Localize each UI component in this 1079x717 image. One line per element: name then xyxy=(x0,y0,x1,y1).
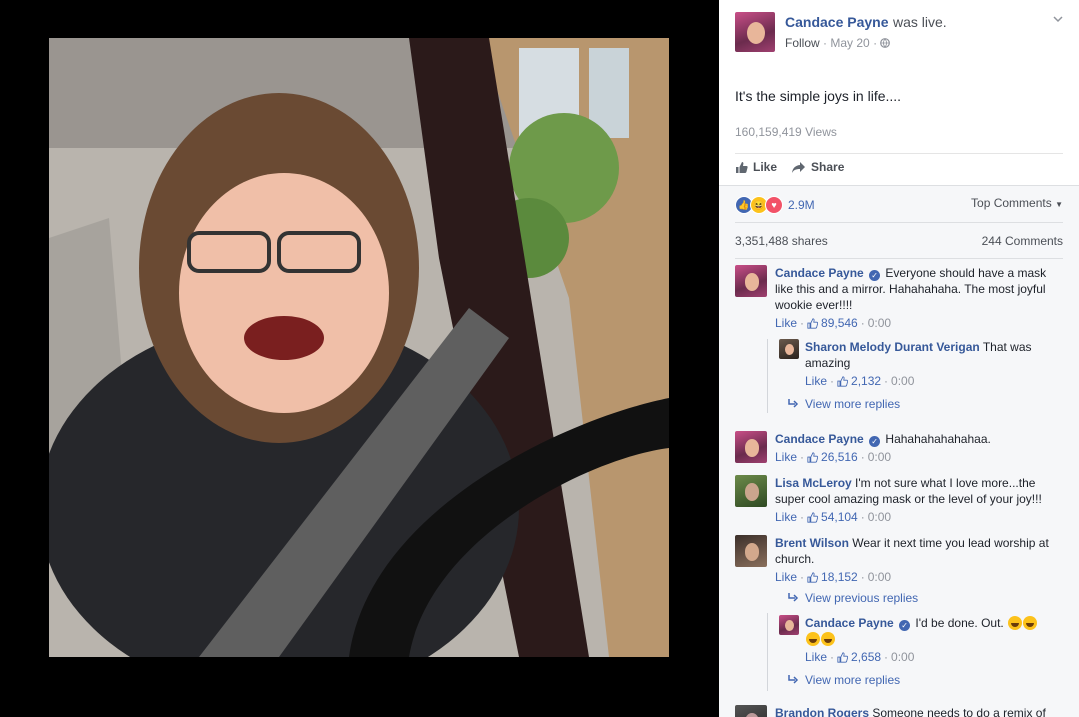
reply-thread-line xyxy=(767,613,768,691)
commenter-name[interactable]: Candace Payne xyxy=(775,266,864,280)
comment-text: Someone needs to do a remix of xyxy=(872,706,1046,717)
commenter-avatar[interactable] xyxy=(735,475,767,507)
comment-like-count[interactable]: 54,104 xyxy=(821,509,858,525)
comment-like-link[interactable]: Like xyxy=(805,649,827,665)
video-frame xyxy=(49,38,669,657)
commenter-avatar[interactable] xyxy=(735,535,767,567)
action-bar: Like Share xyxy=(735,160,844,174)
divider xyxy=(735,258,1063,259)
reply-thread-line xyxy=(767,339,768,413)
reply: Candace Payne ✓ I'd be done. Out. Like ·… xyxy=(779,615,1049,667)
comment-like-count[interactable]: 26,516 xyxy=(821,449,858,465)
post-date[interactable]: May 20 xyxy=(830,36,869,50)
post-caption: It's the simple joys in life.... xyxy=(735,88,902,104)
comment: Brent Wilson Wear it next time you lead … xyxy=(735,535,1065,589)
reply-arrow-icon xyxy=(788,675,799,684)
divider xyxy=(735,153,1063,154)
comment-text: Hahahahahahahaa. xyxy=(885,432,991,446)
commenter-avatar[interactable] xyxy=(779,615,799,635)
sort-label: Top Comments xyxy=(971,196,1052,210)
share-arrow-icon xyxy=(792,161,806,173)
share-label: Share xyxy=(811,160,845,174)
comment-time[interactable]: 0:00 xyxy=(868,449,891,465)
thumbs-up-icon xyxy=(837,651,849,663)
comment-count[interactable]: 244 Comments xyxy=(982,234,1063,248)
commenter-avatar[interactable] xyxy=(779,339,799,359)
view-more-replies-link[interactable]: View more replies xyxy=(787,397,900,411)
comment-like-count[interactable]: 89,546 xyxy=(821,315,858,331)
comment-like-link[interactable]: Like xyxy=(805,373,827,389)
laughing-emoji-icon xyxy=(821,632,835,646)
view-count: 160,159,419 Views xyxy=(735,125,837,139)
verified-badge-icon: ✓ xyxy=(869,436,881,447)
verified-badge-icon: ✓ xyxy=(869,270,881,281)
thumbs-up-icon xyxy=(807,511,819,523)
thumbs-up-icon xyxy=(807,451,819,463)
globe-icon xyxy=(880,38,891,48)
thumbs-up-icon xyxy=(807,317,819,329)
like-label: Like xyxy=(753,160,778,174)
comment-time[interactable]: 0:00 xyxy=(868,315,891,331)
post-panel: Candace Payne was live. Follow · May 20 … xyxy=(719,0,1079,717)
love-reaction-icon: ♥ xyxy=(765,196,783,214)
like-button[interactable]: Like xyxy=(735,160,777,174)
view-more-label: View more replies xyxy=(805,673,901,687)
commenter-name[interactable]: Lisa McLeroy xyxy=(775,476,852,490)
caret-down-icon: ▼ xyxy=(1055,200,1063,209)
commenter-name[interactable]: Candace Payne xyxy=(805,616,894,630)
comment-like-link[interactable]: Like xyxy=(775,509,797,525)
author-name[interactable]: Candace Payne xyxy=(785,14,889,30)
comment-time[interactable]: 0:00 xyxy=(891,373,914,389)
comment: Lisa McLeroy I'm not sure what I love mo… xyxy=(735,475,1065,529)
comment-like-link[interactable]: Like xyxy=(775,315,797,331)
comment-time[interactable]: 0:00 xyxy=(868,569,891,585)
share-button[interactable]: Share xyxy=(791,160,844,174)
laughing-emoji-icon xyxy=(1023,616,1038,630)
comment-time[interactable]: 0:00 xyxy=(868,509,891,525)
comment-time[interactable]: 0:00 xyxy=(891,649,914,665)
laughing-emoji-icon xyxy=(1008,616,1023,630)
top-comments-dropdown[interactable]: Top Comments ▼ xyxy=(971,196,1063,210)
video-area xyxy=(0,0,719,717)
comment-like-count[interactable]: 2,132 xyxy=(851,373,881,389)
follow-link[interactable]: Follow xyxy=(785,36,820,50)
reply-arrow-icon xyxy=(788,399,799,408)
thumbs-up-icon xyxy=(736,161,748,173)
commenter-name[interactable]: Brent Wilson xyxy=(775,536,849,550)
comment-like-count[interactable]: 2,658 xyxy=(851,649,881,665)
author-avatar[interactable] xyxy=(735,12,775,52)
post-header: Candace Payne was live. Follow · May 20 … xyxy=(735,12,1065,56)
thumbs-up-icon xyxy=(837,375,849,387)
chevron-down-icon[interactable] xyxy=(1053,14,1063,24)
share-count[interactable]: 3,351,488 shares xyxy=(735,234,828,248)
commenter-avatar[interactable] xyxy=(735,705,767,717)
view-previous-replies-link[interactable]: View previous replies xyxy=(787,591,918,605)
commenter-name[interactable]: Candace Payne xyxy=(775,432,864,446)
divider xyxy=(735,222,1063,223)
thumbs-up-icon xyxy=(807,571,819,583)
view-previous-label: View previous replies xyxy=(805,591,919,605)
comment-like-link[interactable]: Like xyxy=(775,449,797,465)
view-more-replies-link[interactable]: View more replies xyxy=(787,673,900,687)
reactions-summary[interactable]: 👍 😆 ♥ 2.9M xyxy=(735,196,815,214)
live-video-player[interactable] xyxy=(49,38,669,657)
commenter-name[interactable]: Sharon Melody Durant Verigan xyxy=(805,340,980,354)
laughing-emoji-icon xyxy=(806,632,820,646)
reply: Sharon Melody Durant Verigan That was am… xyxy=(779,339,1049,389)
post-action: was live. xyxy=(892,14,947,30)
comment: Candace Payne ✓ Everyone should have a m… xyxy=(735,265,1065,335)
verified-badge-icon: ✓ xyxy=(899,620,911,631)
comment-text: I'd be done. Out. xyxy=(915,616,1004,630)
commenter-avatar[interactable] xyxy=(735,431,767,463)
view-more-label: View more replies xyxy=(805,397,901,411)
comment-like-count[interactable]: 18,152 xyxy=(821,569,858,585)
commenter-avatar[interactable] xyxy=(735,265,767,297)
comment: Candace Payne ✓ Hahahahahahahaa. Like · … xyxy=(735,431,1065,469)
commenter-name[interactable]: Brandon Rogers xyxy=(775,706,869,717)
comment: Brandon Rogers Someone needs to do a rem… xyxy=(735,705,1065,717)
reply-arrow-icon xyxy=(788,593,799,602)
reactions-count[interactable]: 2.9M xyxy=(788,198,815,212)
comment-like-link[interactable]: Like xyxy=(775,569,797,585)
